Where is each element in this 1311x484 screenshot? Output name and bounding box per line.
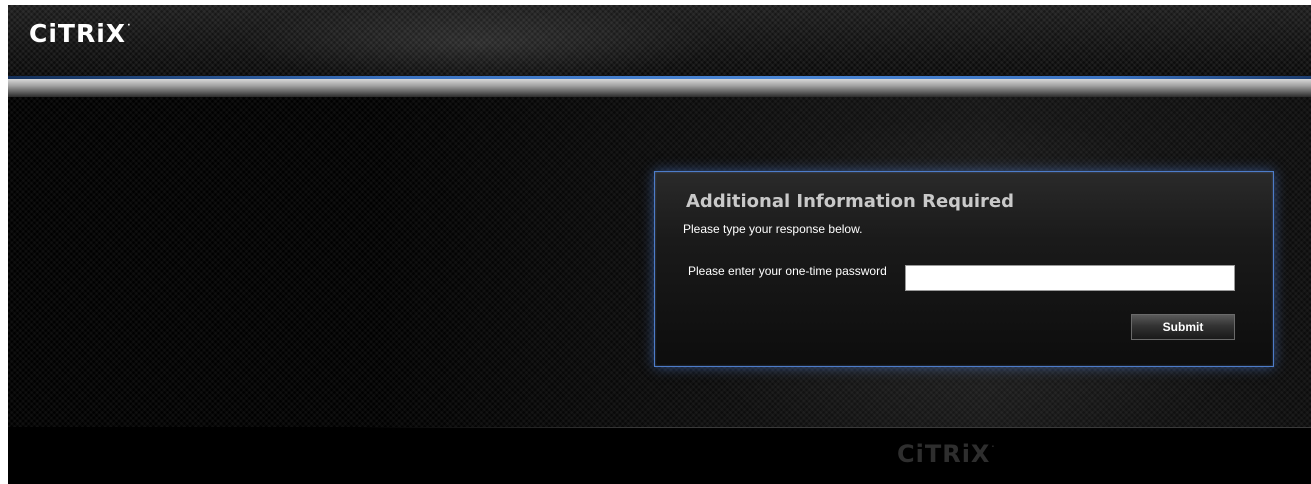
footer: CiTRiX·	[8, 428, 1311, 484]
otp-input[interactable]	[905, 265, 1235, 291]
footer-logo-mark: ·	[991, 442, 996, 451]
panel-subtitle: Please type your response below.	[683, 222, 863, 236]
header-silver-bar	[8, 79, 1311, 97]
citrix-logo-text: CiTRiX	[29, 19, 127, 48]
footer-logo-text: CiTRiX	[897, 440, 991, 468]
otp-field-label: Please enter your one-time password	[688, 264, 887, 278]
panel-title: Additional Information Required	[686, 191, 1015, 212]
submit-button[interactable]: Submit	[1131, 314, 1235, 340]
header: CiTRiX·	[8, 5, 1311, 77]
page-frame: CiTRiX· Additional Information Required …	[8, 5, 1311, 484]
citrix-logo: CiTRiX·	[29, 19, 132, 48]
additional-info-panel: Additional Information Required Please t…	[654, 171, 1274, 367]
footer-citrix-logo: CiTRiX·	[897, 440, 995, 468]
citrix-logo-mark: ·	[127, 21, 132, 31]
